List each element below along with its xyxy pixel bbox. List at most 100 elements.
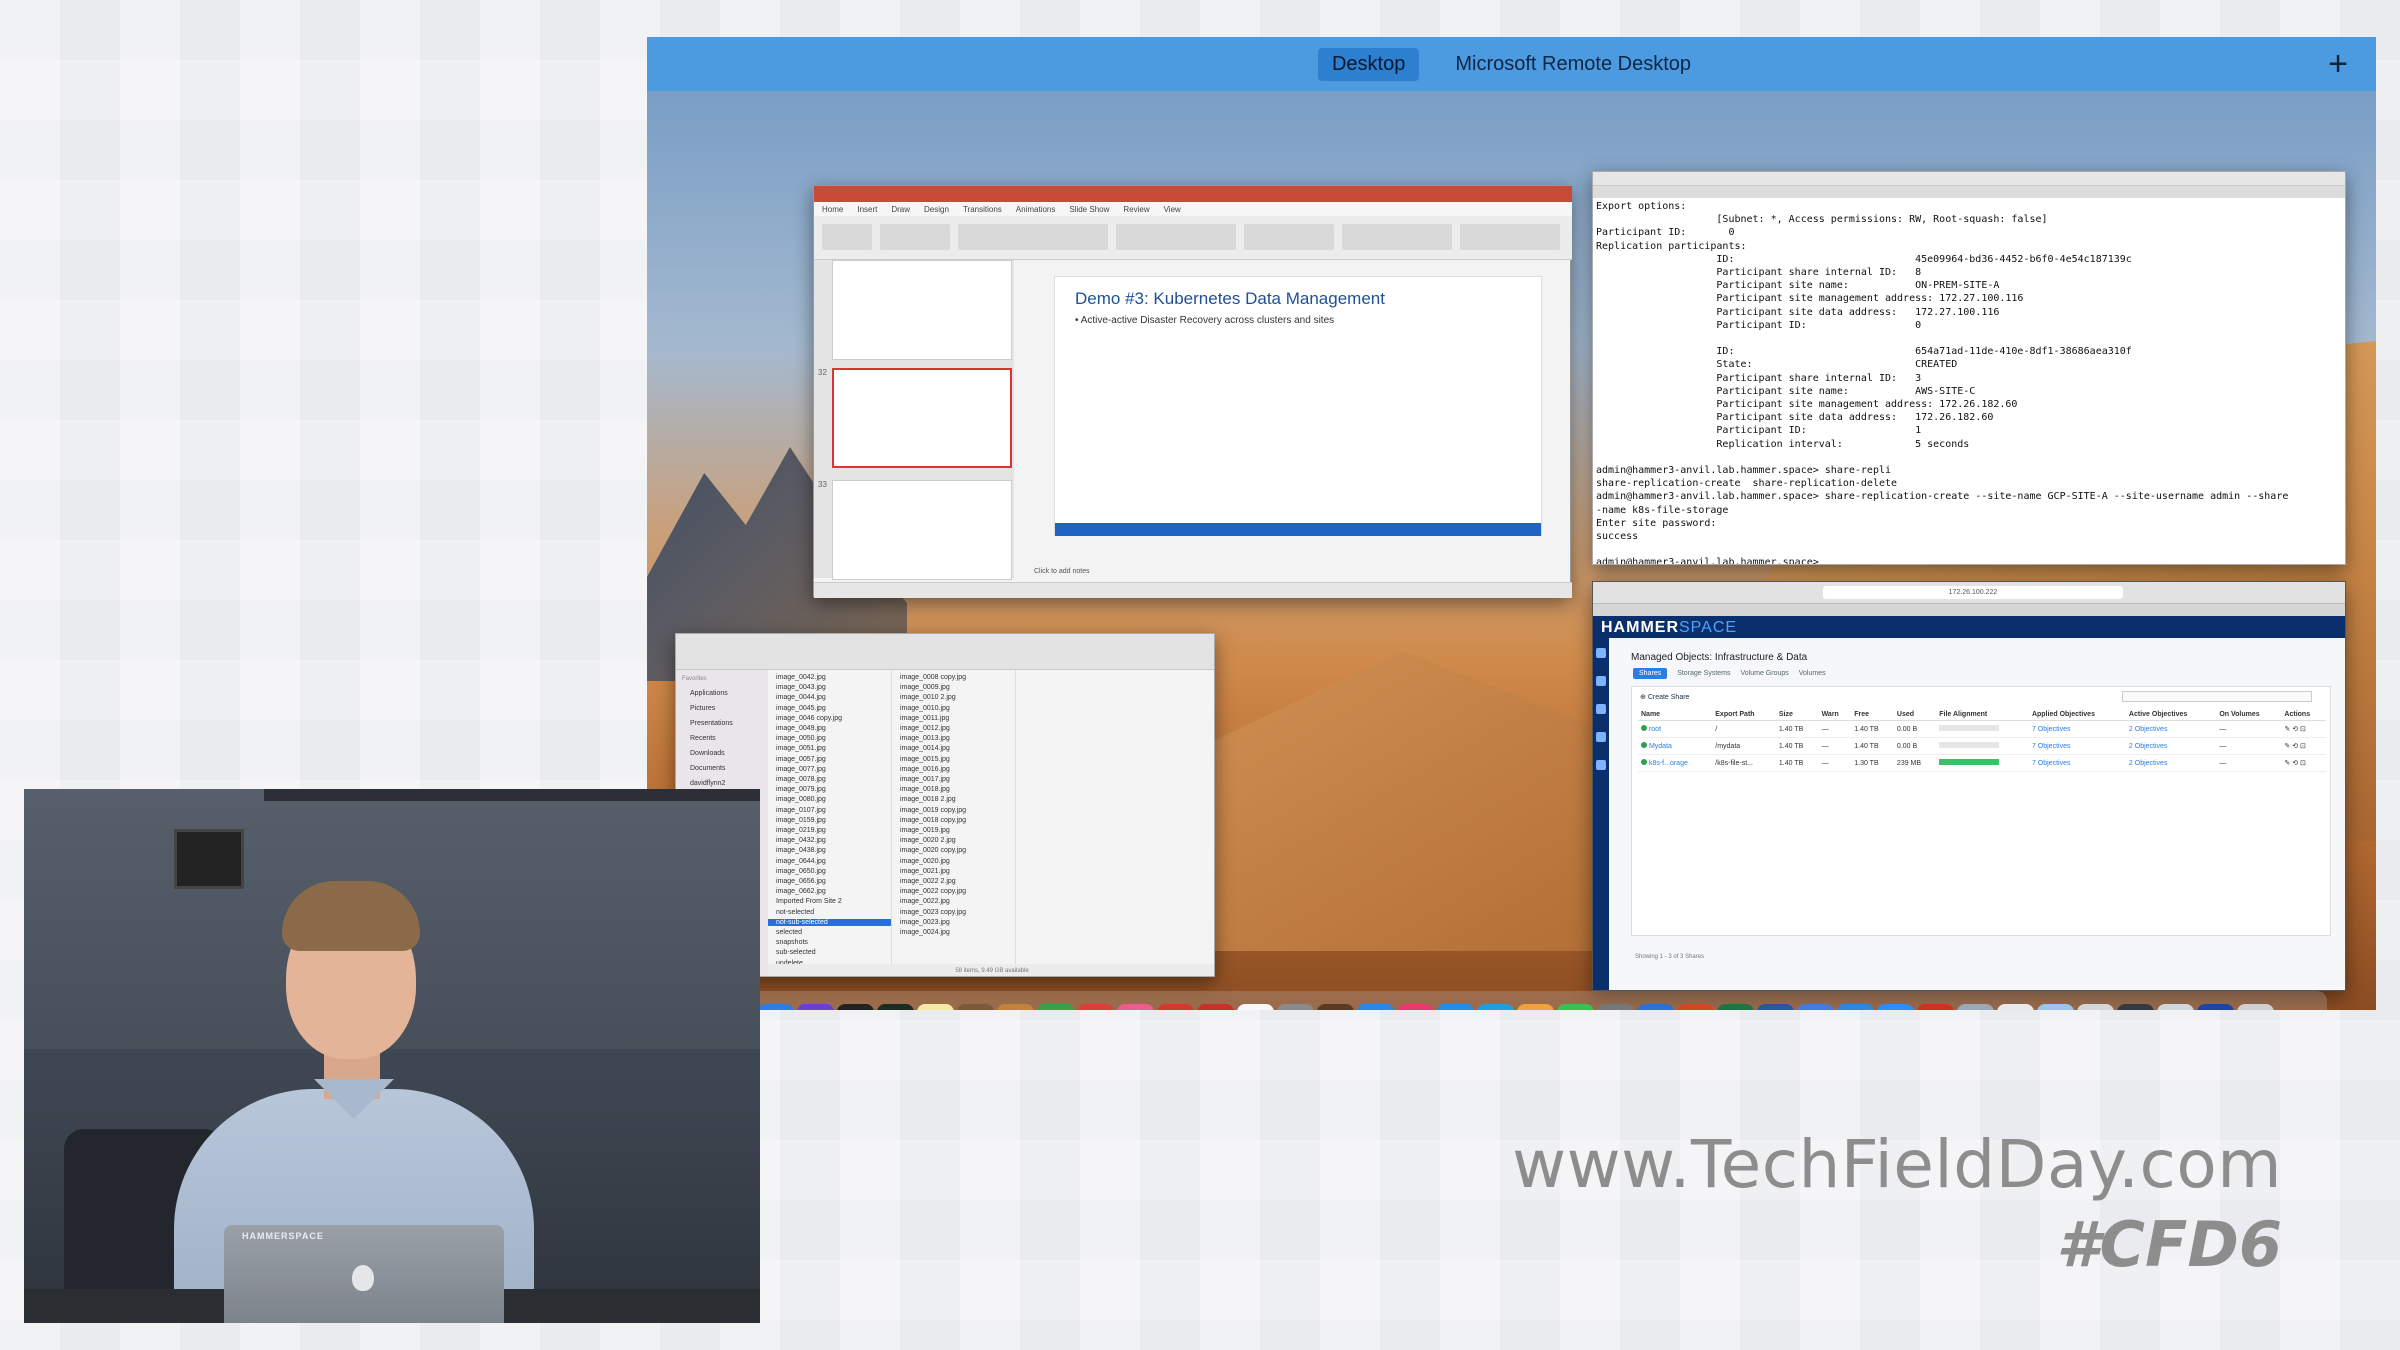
share-name-link[interactable]: root <box>1649 726 1661 733</box>
ribbon-group[interactable] <box>1116 224 1236 250</box>
system-preferences-icon[interactable]: ⚙ <box>1597 1003 1634 1010</box>
file-item[interactable]: image_0015.jpg <box>900 756 950 763</box>
actions[interactable]: ✎ ⟲ ⊡ <box>2281 737 2326 755</box>
share-name[interactable]: Mydata <box>1638 737 1713 755</box>
sidebar-item[interactable]: Recents <box>690 735 716 742</box>
share-name[interactable]: root <box>1638 720 1713 738</box>
shuffle-icon[interactable] <box>1596 676 1606 686</box>
browser-tabs[interactable] <box>1593 604 2345 616</box>
file-item[interactable]: image_0021.jpg <box>900 868 950 875</box>
file-item[interactable]: image_0019 copy.jpg <box>900 807 966 814</box>
messenger-icon[interactable]: ● <box>1357 1003 1394 1010</box>
file-item[interactable]: image_0022 2.jpg <box>900 878 956 885</box>
ribbon-group[interactable] <box>1460 224 1560 250</box>
file-item[interactable]: image_0050.jpg <box>776 735 826 742</box>
ribbon-group[interactable] <box>958 224 1108 250</box>
share-name-link[interactable]: Mydata <box>1649 743 1672 750</box>
file-item[interactable]: image_0662.jpg <box>776 888 826 895</box>
plus-icon[interactable]: + <box>2328 45 2348 84</box>
applied-objectives[interactable]: 7 Objectives <box>2028 754 2126 772</box>
applied-objectives[interactable]: 7 Objectives <box>2028 737 2126 755</box>
file-item[interactable]: sub-selected <box>776 949 816 956</box>
sidebar-item[interactable]: Presentations <box>690 720 733 727</box>
column-header[interactable]: Active Objectives <box>2125 709 2217 721</box>
ribbon-tab[interactable]: Home <box>822 205 843 214</box>
file-item[interactable]: image_0019.jpg <box>900 827 950 834</box>
file-item[interactable]: image_0159.jpg <box>776 817 826 824</box>
preview-icon[interactable]: ▤ <box>1957 1003 1994 1010</box>
file-item[interactable]: image_0018 2.jpg <box>900 796 956 803</box>
folder-icon[interactable] <box>2037 1003 2074 1010</box>
ribbon-tab[interactable]: Slide Show <box>1069 205 1109 214</box>
file-item[interactable]: image_0044.jpg <box>776 694 826 701</box>
file-item[interactable]: image_0656.jpg <box>776 878 826 885</box>
slide-thumbnail[interactable] <box>832 260 1012 360</box>
terminal-window[interactable]: Export options: [Subnet: *, Access permi… <box>1592 171 2346 565</box>
lync-icon[interactable]: L <box>1837 1003 1874 1010</box>
column-header[interactable]: Free <box>1851 709 1894 721</box>
file-item[interactable]: image_0014.jpg <box>900 745 950 752</box>
zoom-icon[interactable]: ▮ <box>1877 1003 1914 1010</box>
sidebar-item[interactable]: davidflynn2 <box>690 780 725 787</box>
tab-microsoft-remote-desktop[interactable]: Microsoft Remote Desktop <box>1441 48 1705 81</box>
gear-icon[interactable] <box>1596 760 1606 770</box>
actions[interactable]: ✎ ⟲ ⊡ <box>2281 754 2326 772</box>
file-item[interactable]: image_0009.jpg <box>900 684 950 691</box>
terminal-output[interactable]: Export options: [Subnet: *, Access permi… <box>1596 200 2345 564</box>
file-item[interactable]: image_0024.jpg <box>900 929 950 936</box>
file-item[interactable]: image_0078.jpg <box>776 776 826 783</box>
textedit-icon[interactable]: ✎ <box>1997 1003 2034 1010</box>
file-item[interactable]: image_0020 copy.jpg <box>900 847 966 854</box>
remote-icon[interactable]: ⧉ <box>1197 1003 1234 1010</box>
file-item[interactable]: image_0018 copy.jpg <box>900 817 966 824</box>
screen-icon[interactable] <box>2117 1003 2154 1010</box>
active-objectives[interactable]: 2 Objectives <box>2125 737 2217 755</box>
file-item[interactable]: image_0023 copy.jpg <box>900 909 966 916</box>
file-item[interactable]: image_0011.jpg <box>900 715 949 722</box>
file-item[interactable]: image_0051.jpg <box>776 745 826 752</box>
file-item[interactable]: image_0219.jpg <box>776 827 826 834</box>
acrobat-icon[interactable]: A <box>1917 1003 1954 1010</box>
tab-desktop[interactable]: Desktop <box>1317 47 1420 81</box>
blocker-icon[interactable]: ⊘ <box>1077 1003 1114 1010</box>
column-header[interactable]: On Volumes <box>2216 709 2282 721</box>
ribbon-tab[interactable]: Insert <box>857 205 877 214</box>
objectives-icon[interactable] <box>1596 704 1606 714</box>
ribbon-group[interactable] <box>1244 224 1334 250</box>
ribbon-tab[interactable]: Review <box>1123 205 1149 214</box>
column-header[interactable]: Applied Objectives <box>2028 709 2126 721</box>
file-item[interactable]: image_0438.jpg <box>776 847 826 854</box>
powerpoint-window[interactable]: Home Insert Draw Design Transitions Animation… <box>813 185 1572 598</box>
sidebar-item[interactable]: Documents <box>690 765 725 772</box>
column-header[interactable]: Export Path <box>1712 709 1776 721</box>
calendar-icon[interactable]: 25 <box>1237 1003 1274 1010</box>
word-icon[interactable]: W <box>1757 1003 1794 1010</box>
ribbon-tab[interactable]: Design <box>924 205 949 214</box>
column-header[interactable]: Warn <box>1818 709 1852 721</box>
column-header[interactable]: Name <box>1638 709 1713 721</box>
file-item[interactable]: image_0010 2.jpg <box>900 694 956 701</box>
chrome-icon[interactable]: ◎ <box>1797 1003 1834 1010</box>
app-store-icon[interactable]: A <box>1437 1003 1474 1010</box>
safari-icon[interactable]: ✦ <box>757 1003 794 1010</box>
file-item[interactable]: image_0077.jpg <box>776 766 826 773</box>
terminal-titlebar[interactable] <box>1593 172 2345 186</box>
ribbon-tab[interactable]: Transitions <box>963 205 1002 214</box>
books-icon[interactable] <box>1317 1003 1354 1010</box>
data-icon[interactable] <box>1596 732 1606 742</box>
slide-title[interactable]: Demo #3: Kubernetes Data Management <box>1075 289 1385 309</box>
file-item[interactable]: image_0650.jpg <box>776 868 826 875</box>
file-item[interactable]: image_0018.jpg <box>900 786 950 793</box>
upwork-icon[interactable]: U <box>1037 1003 1074 1010</box>
column-header[interactable]: Actions <box>2281 709 2326 721</box>
share-name-link[interactable]: k8s-f...orage <box>1649 760 1688 767</box>
sidebar-item[interactable]: Applications <box>690 690 728 697</box>
file-item[interactable]: image_0022.jpg <box>900 898 950 905</box>
address-bar[interactable]: 172.26.100.222 <box>1823 586 2123 599</box>
file-item[interactable]: image_0432.jpg <box>776 837 826 844</box>
toolbox-icon[interactable]: ✕ <box>1157 1003 1194 1010</box>
file-item[interactable]: image_0049.jpg <box>776 725 826 732</box>
active-objectives[interactable]: 2 Objectives <box>2125 720 2217 738</box>
actions[interactable]: ✎ ⟲ ⊡ <box>2281 720 2326 738</box>
table-row[interactable]: k8s-f...orage/k8s-file-st... 1.40 TB —1.30… <box>1638 754 2326 772</box>
